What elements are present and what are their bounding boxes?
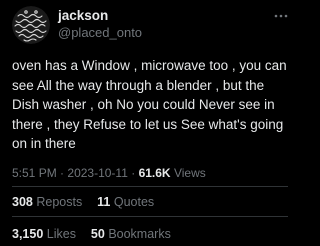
meta-separator: · <box>60 166 65 180</box>
reposts-count: 308 <box>12 195 33 209</box>
bookmarks-count: 50 <box>90 227 105 241</box>
likes-label: Likes <box>46 227 76 241</box>
quotes-label: Quotes <box>113 195 155 209</box>
reposts-link[interactable]: 308 Reposts <box>12 195 86 209</box>
tweet-date[interactable]: 2023-10-11 <box>67 166 128 180</box>
tweet-card: jackson @placed_onto oven has a Window ,… <box>0 0 300 246</box>
tweet-author: jackson @placed_onto <box>58 8 142 41</box>
engagement-stats-row-2: 3,150 Likes 50 Bookmarks <box>12 227 171 241</box>
views-count: 61.6K <box>138 166 171 180</box>
avatar-pattern-icon <box>12 6 50 44</box>
author-display-name[interactable]: jackson <box>58 8 142 24</box>
tweet-meta: 5:51 PM · 2023-10-11 · 61.6K Views <box>12 166 206 180</box>
engagement-stats-row-1: 308 Reposts 11 Quotes <box>12 195 154 209</box>
tweet-text: oven has a Window , microwave too , you … <box>12 58 287 151</box>
author-handle[interactable]: @placed_onto <box>58 25 142 41</box>
more-options-icon <box>274 14 288 18</box>
reposts-label: Reposts <box>36 195 83 209</box>
bookmarks-link[interactable]: 50 Bookmarks <box>87 227 171 241</box>
quotes-count: 11 <box>97 195 111 209</box>
views-label: Views <box>173 166 206 180</box>
likes-count: 3,150 <box>12 227 44 241</box>
meta-separator: · <box>131 166 136 180</box>
avatar[interactable] <box>12 6 50 44</box>
divider <box>12 216 288 217</box>
bookmarks-label: Bookmarks <box>108 227 171 241</box>
divider <box>12 186 288 187</box>
tweet-time[interactable]: 5:51 PM <box>12 166 57 180</box>
likes-link[interactable]: 3,150 Likes <box>12 227 79 241</box>
more-options-button[interactable] <box>273 8 289 18</box>
quotes-link[interactable]: 11 Quotes <box>94 195 155 209</box>
